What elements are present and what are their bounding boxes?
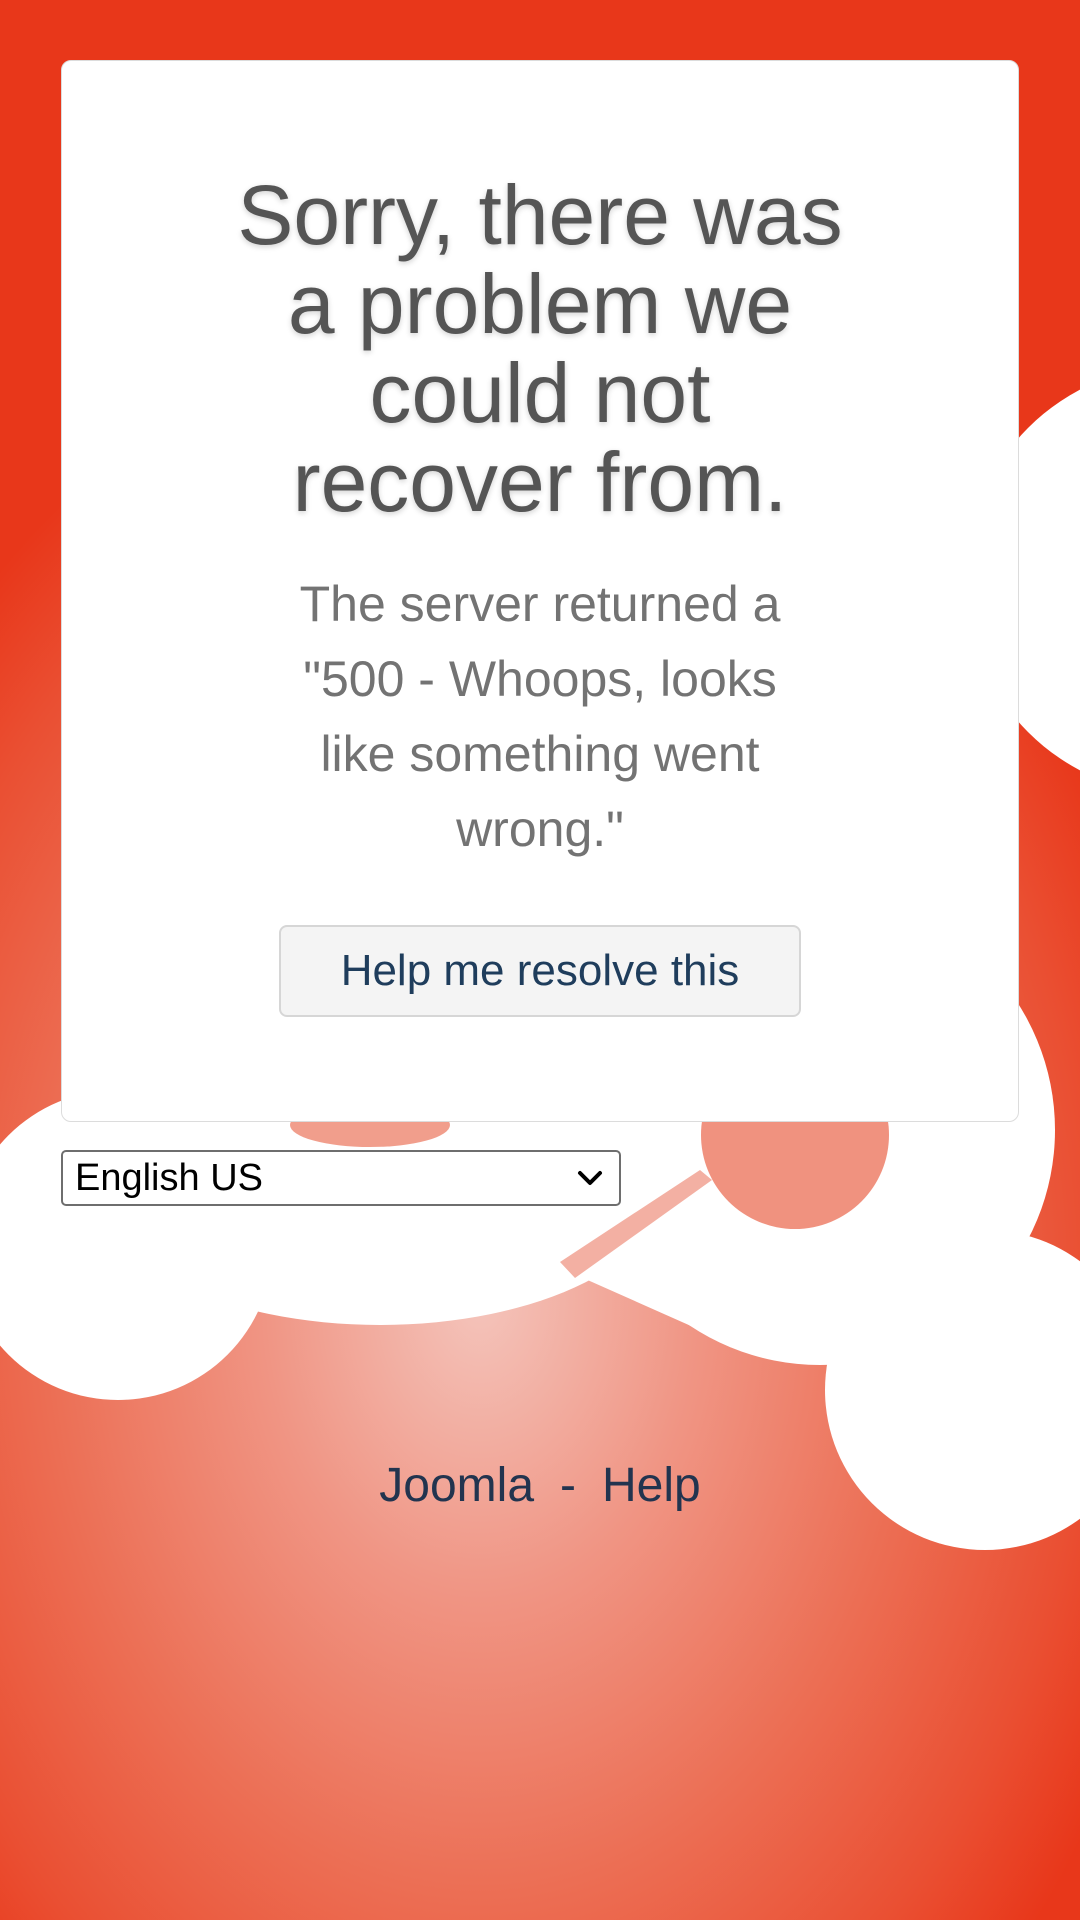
- error-title: Sorry, there was a problem we could not …: [237, 168, 843, 529]
- language-selected-value: English US: [75, 1156, 263, 1199]
- error-message: The server returned a "500 - Whoops, loo…: [299, 576, 781, 857]
- help-resolve-button[interactable]: Help me resolve this: [279, 925, 801, 1017]
- footer-link-joomla[interactable]: Joomla: [379, 1459, 534, 1512]
- chevron-down-icon: [575, 1168, 605, 1188]
- language-select[interactable]: English US: [61, 1150, 621, 1206]
- footer-links: Joomla - Help: [0, 1458, 1080, 1513]
- footer-link-help[interactable]: Help: [602, 1459, 701, 1512]
- error-card: Sorry, there was a problem we could not …: [61, 60, 1019, 1122]
- footer-separator: -: [560, 1459, 576, 1512]
